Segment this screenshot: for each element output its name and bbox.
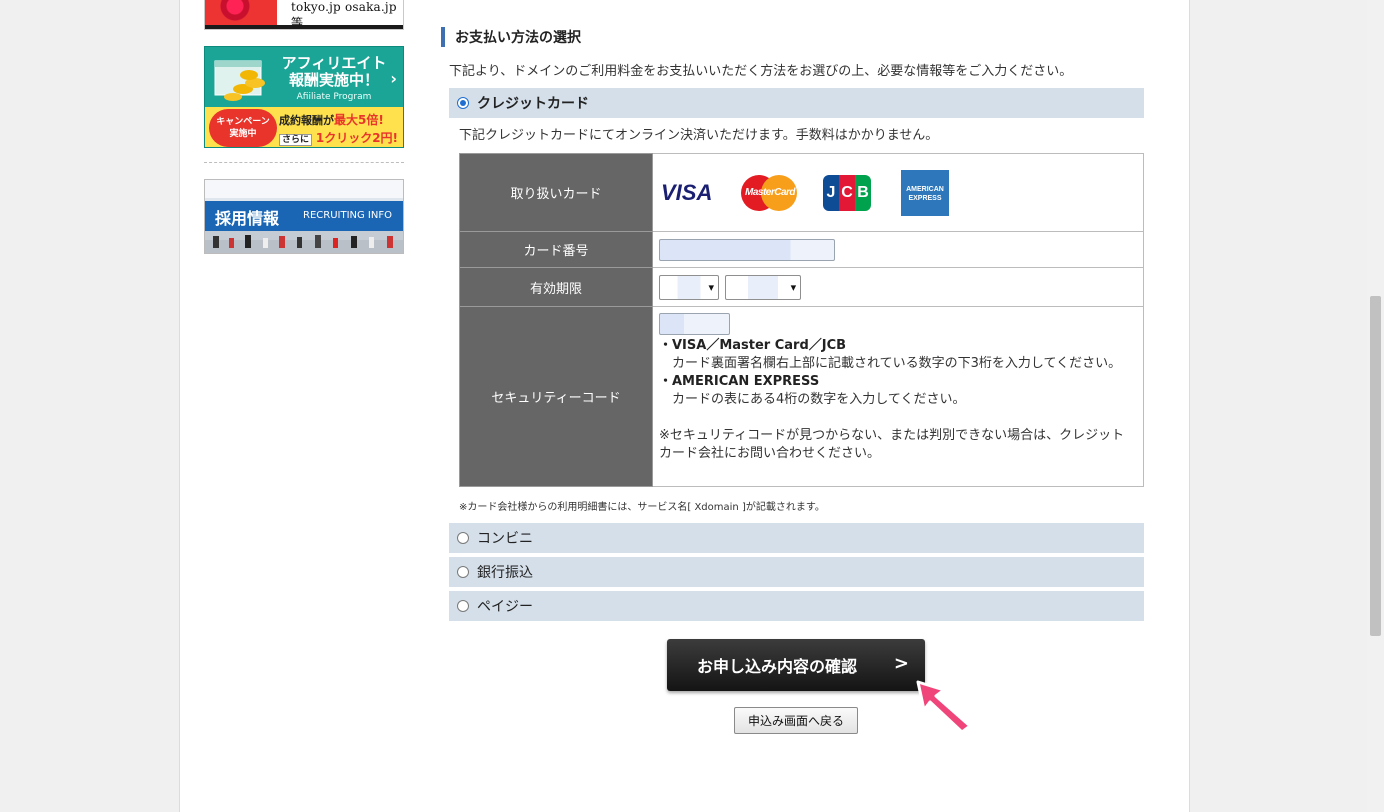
payment-option-credit-card[interactable]: クレジットカード: [449, 88, 1144, 118]
payment-option-label: コンビニ: [477, 531, 533, 547]
coins-icon: [214, 60, 265, 101]
lead-text: 下記より、ドメインのご利用料金をお支払いいただく方法をお選びの上、必要な情報等を…: [449, 64, 1073, 79]
accepted-cards-cell: VISA MasterCard J C B AMERICAN EXPRESS: [652, 153, 1144, 232]
sidebar-divider: [204, 162, 404, 163]
card-number-row: カード番号: [459, 231, 1144, 268]
chevron-down-icon: ▾: [708, 280, 714, 294]
scrollbar[interactable]: [1367, 0, 1384, 812]
page-title: お支払い方法の選択: [455, 30, 581, 46]
jcb-logo-b: B: [855, 174, 871, 211]
chevron-down-icon: ▾: [790, 280, 797, 294]
accepted-cards-label: 取り扱いカード: [459, 153, 653, 232]
radio-unchecked-icon[interactable]: [457, 532, 469, 544]
card-number-cell: [652, 231, 1144, 268]
security-code-input[interactable]: [659, 313, 730, 335]
card-number-label: カード番号: [459, 231, 653, 268]
payment-option-payeasy[interactable]: ペイジー: [449, 591, 1144, 621]
payment-option-label: ペイジー: [477, 599, 533, 615]
security-help-brand1: ・VISA／Master Card／JCB: [659, 338, 847, 353]
section-heading: お支払い方法の選択: [441, 26, 581, 48]
campaign-badge-line2: 実施中: [229, 129, 257, 139]
mastercard-logo-text: MasterCard: [744, 186, 796, 198]
domain-banner[interactable]: tokyo.jp osaka.jp 等: [204, 0, 404, 30]
recruit-label: 採用情報 RECRUITING INFO: [205, 201, 403, 231]
affiliate-title: アフィリエイト 報酬実施中！: [279, 55, 389, 89]
security-help-brand1-desc: カード裏面署名欄右上部に記載されている数字の下3桁を入力してください。: [659, 356, 1122, 371]
banner-bottom-bar: [205, 25, 403, 29]
credit-card-form: 取り扱いカード VISA MasterCard J C B AMERICAN E…: [459, 153, 1144, 487]
recruit-title: 採用情報: [215, 209, 280, 228]
affiliate-title-line2: 報酬実施中！: [288, 71, 379, 89]
payment-option-convenience-store[interactable]: コンビニ: [449, 523, 1144, 553]
affiliate-title-line1: アフィリエイト: [281, 54, 387, 72]
security-code-cell: ・VISA／Master Card／JCB カード裏面署名欄右上部に記載されてい…: [652, 306, 1144, 487]
reward-line: 成約報酬が最大5倍!: [279, 111, 384, 128]
security-code-help: ・VISA／Master Card／JCB カード裏面署名欄右上部に記載されてい…: [659, 335, 1143, 471]
radio-unchecked-icon[interactable]: [457, 566, 469, 578]
chevron-right-icon: ›: [390, 69, 397, 88]
chevron-right-icon: >: [893, 653, 909, 674]
payment-option-label: 銀行振込: [477, 565, 533, 581]
expiry-year-select[interactable]: ▾: [725, 274, 802, 300]
security-help-brand2-desc: カードの表にある4桁の数字を入力してください。: [659, 392, 966, 407]
reward-highlight: 最大5倍!: [334, 113, 384, 127]
security-help-brand2: ・AMERICAN EXPRESS: [659, 374, 820, 389]
pointer-arrow-icon: [916, 680, 972, 734]
back-to-application-button[interactable]: 申込み画面へ戻る: [734, 707, 858, 734]
security-help-notice: ※セキュリティコードが見つからない、または判別できない場合は、クレジットカード会…: [659, 428, 1125, 461]
recruit-subtitle: RECRUITING INFO: [303, 210, 392, 221]
reward-prefix: 成約報酬が: [279, 114, 334, 127]
confirm-button-label: お申し込み内容の確認: [697, 657, 858, 676]
security-code-row: セキュリティーコード ・VISA／Master Card／JCB カード裏面署名…: [459, 306, 1144, 487]
heading-marker: [441, 27, 445, 47]
expiry-cell: ▾ ▾: [652, 267, 1144, 307]
payment-option-bank-transfer[interactable]: 銀行振込: [449, 557, 1144, 587]
mastercard-logo: MasterCard: [741, 174, 799, 211]
click-tag: さらに: [279, 134, 313, 146]
click-line: さらに 1クリック2円!: [279, 129, 398, 146]
affiliate-subtitle: Afiiliate Program: [296, 92, 372, 102]
jcb-logo-j: J: [823, 174, 839, 211]
affiliate-campaign-strip: キャンペーン 実施中 成約報酬が最大5倍! さらに 1クリック2円!: [205, 107, 403, 147]
amex-logo-line2: EXPRESS: [908, 194, 942, 202]
expiry-row: 有効期限 ▾ ▾: [459, 267, 1144, 307]
expiry-label: 有効期限: [459, 267, 653, 307]
radio-checked-icon[interactable]: [457, 97, 469, 109]
accepted-cards-row: 取り扱いカード VISA MasterCard J C B AMERICAN E…: [459, 153, 1144, 232]
amex-logo: AMERICAN EXPRESS: [901, 169, 949, 216]
visa-logo: VISA: [661, 179, 713, 205]
card-logos: VISA MasterCard J C B AMERICAN EXPRESS: [659, 155, 1143, 231]
security-code-label: セキュリティーコード: [459, 306, 653, 487]
affiliate-banner[interactable]: アフィリエイト 報酬実施中！ Afiiliate Program › キャンペー…: [204, 46, 404, 148]
campaign-badge-line1: キャンペーン: [216, 117, 270, 127]
confirm-application-button[interactable]: お申し込み内容の確認 >: [667, 639, 925, 691]
payment-option-label: クレジットカード: [477, 96, 589, 112]
click-highlight: 1クリック2円!: [315, 131, 399, 145]
campaign-badge: キャンペーン 実施中: [209, 109, 277, 147]
radio-unchecked-icon[interactable]: [457, 600, 469, 612]
expiry-month-select[interactable]: ▾: [659, 274, 719, 300]
scrollbar-thumb[interactable]: [1370, 296, 1381, 636]
card-number-input[interactable]: [659, 238, 835, 261]
recruit-banner[interactable]: 採用情報 RECRUITING INFO: [204, 179, 404, 254]
amex-logo-line1: AMERICAN: [906, 185, 944, 193]
office-people-image: [205, 235, 403, 253]
card-statement-note: ※カード会社様からの利用明細書には、サービス名[ Xdomain ]が記載されま…: [459, 502, 825, 513]
jcb-logo-c: C: [839, 174, 855, 211]
jcb-logo: J C B: [823, 174, 871, 211]
credit-card-note: 下記クレジットカードにてオンライン決済いただけます。手数料はかかりません。: [459, 128, 939, 143]
